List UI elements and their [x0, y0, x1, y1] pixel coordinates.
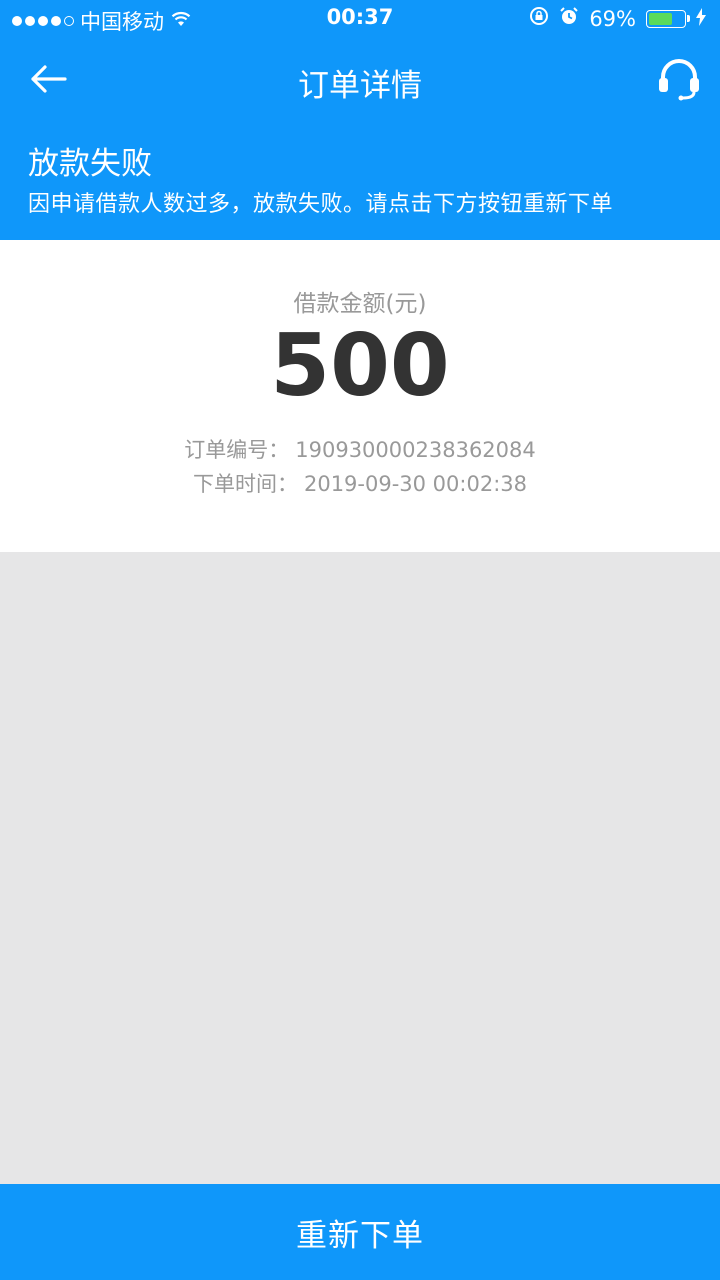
- order-number-row: 订单编号： 190930000238362084: [0, 434, 720, 464]
- order-status-title: 放款失败: [28, 146, 152, 182]
- order-number-value: 190930000238362084: [295, 438, 536, 462]
- order-time-value: 2019-09-30 00:02:38: [303, 472, 528, 496]
- rotation-lock-icon: [529, 6, 549, 31]
- battery-icon: [646, 9, 690, 28]
- order-time-row: 下单时间： 2019-09-30 00:02:38: [0, 468, 720, 498]
- charging-icon: [696, 7, 706, 31]
- page-title: 订单详情: [298, 68, 422, 104]
- alarm-icon: [559, 6, 579, 31]
- order-detail-page: 中国移动 00:37 69% 订单详情 放款失败 因申请借款人数过多，放款失败。…: [0, 0, 720, 1280]
- order-number-label: 订单编号：: [184, 438, 290, 462]
- customer-service-button[interactable]: [654, 56, 704, 106]
- amount-value: 500: [270, 316, 450, 416]
- battery-fill: [649, 12, 673, 25]
- loan-info-card: 借款金额(元) 500 订单编号： 190930000238362084 下单时间…: [0, 240, 720, 552]
- battery-percent: 69%: [589, 6, 636, 31]
- amount-label: 借款金额(元): [293, 291, 427, 317]
- order-status-description: 因申请借款人数过多，放款失败。请点击下方按钮重新下单: [28, 192, 614, 217]
- status-right: 69%: [529, 6, 706, 31]
- header: 中国移动 00:37 69% 订单详情 放款失败 因申请借款人数过多，放款失败。…: [0, 0, 720, 240]
- headset-icon: [657, 57, 701, 105]
- order-time-label: 下单时间：: [192, 472, 298, 496]
- nav-bar: 订单详情: [0, 44, 720, 116]
- status-bar: 中国移动 00:37 69%: [0, 0, 720, 36]
- reorder-button[interactable]: 重新下单: [0, 1184, 720, 1280]
